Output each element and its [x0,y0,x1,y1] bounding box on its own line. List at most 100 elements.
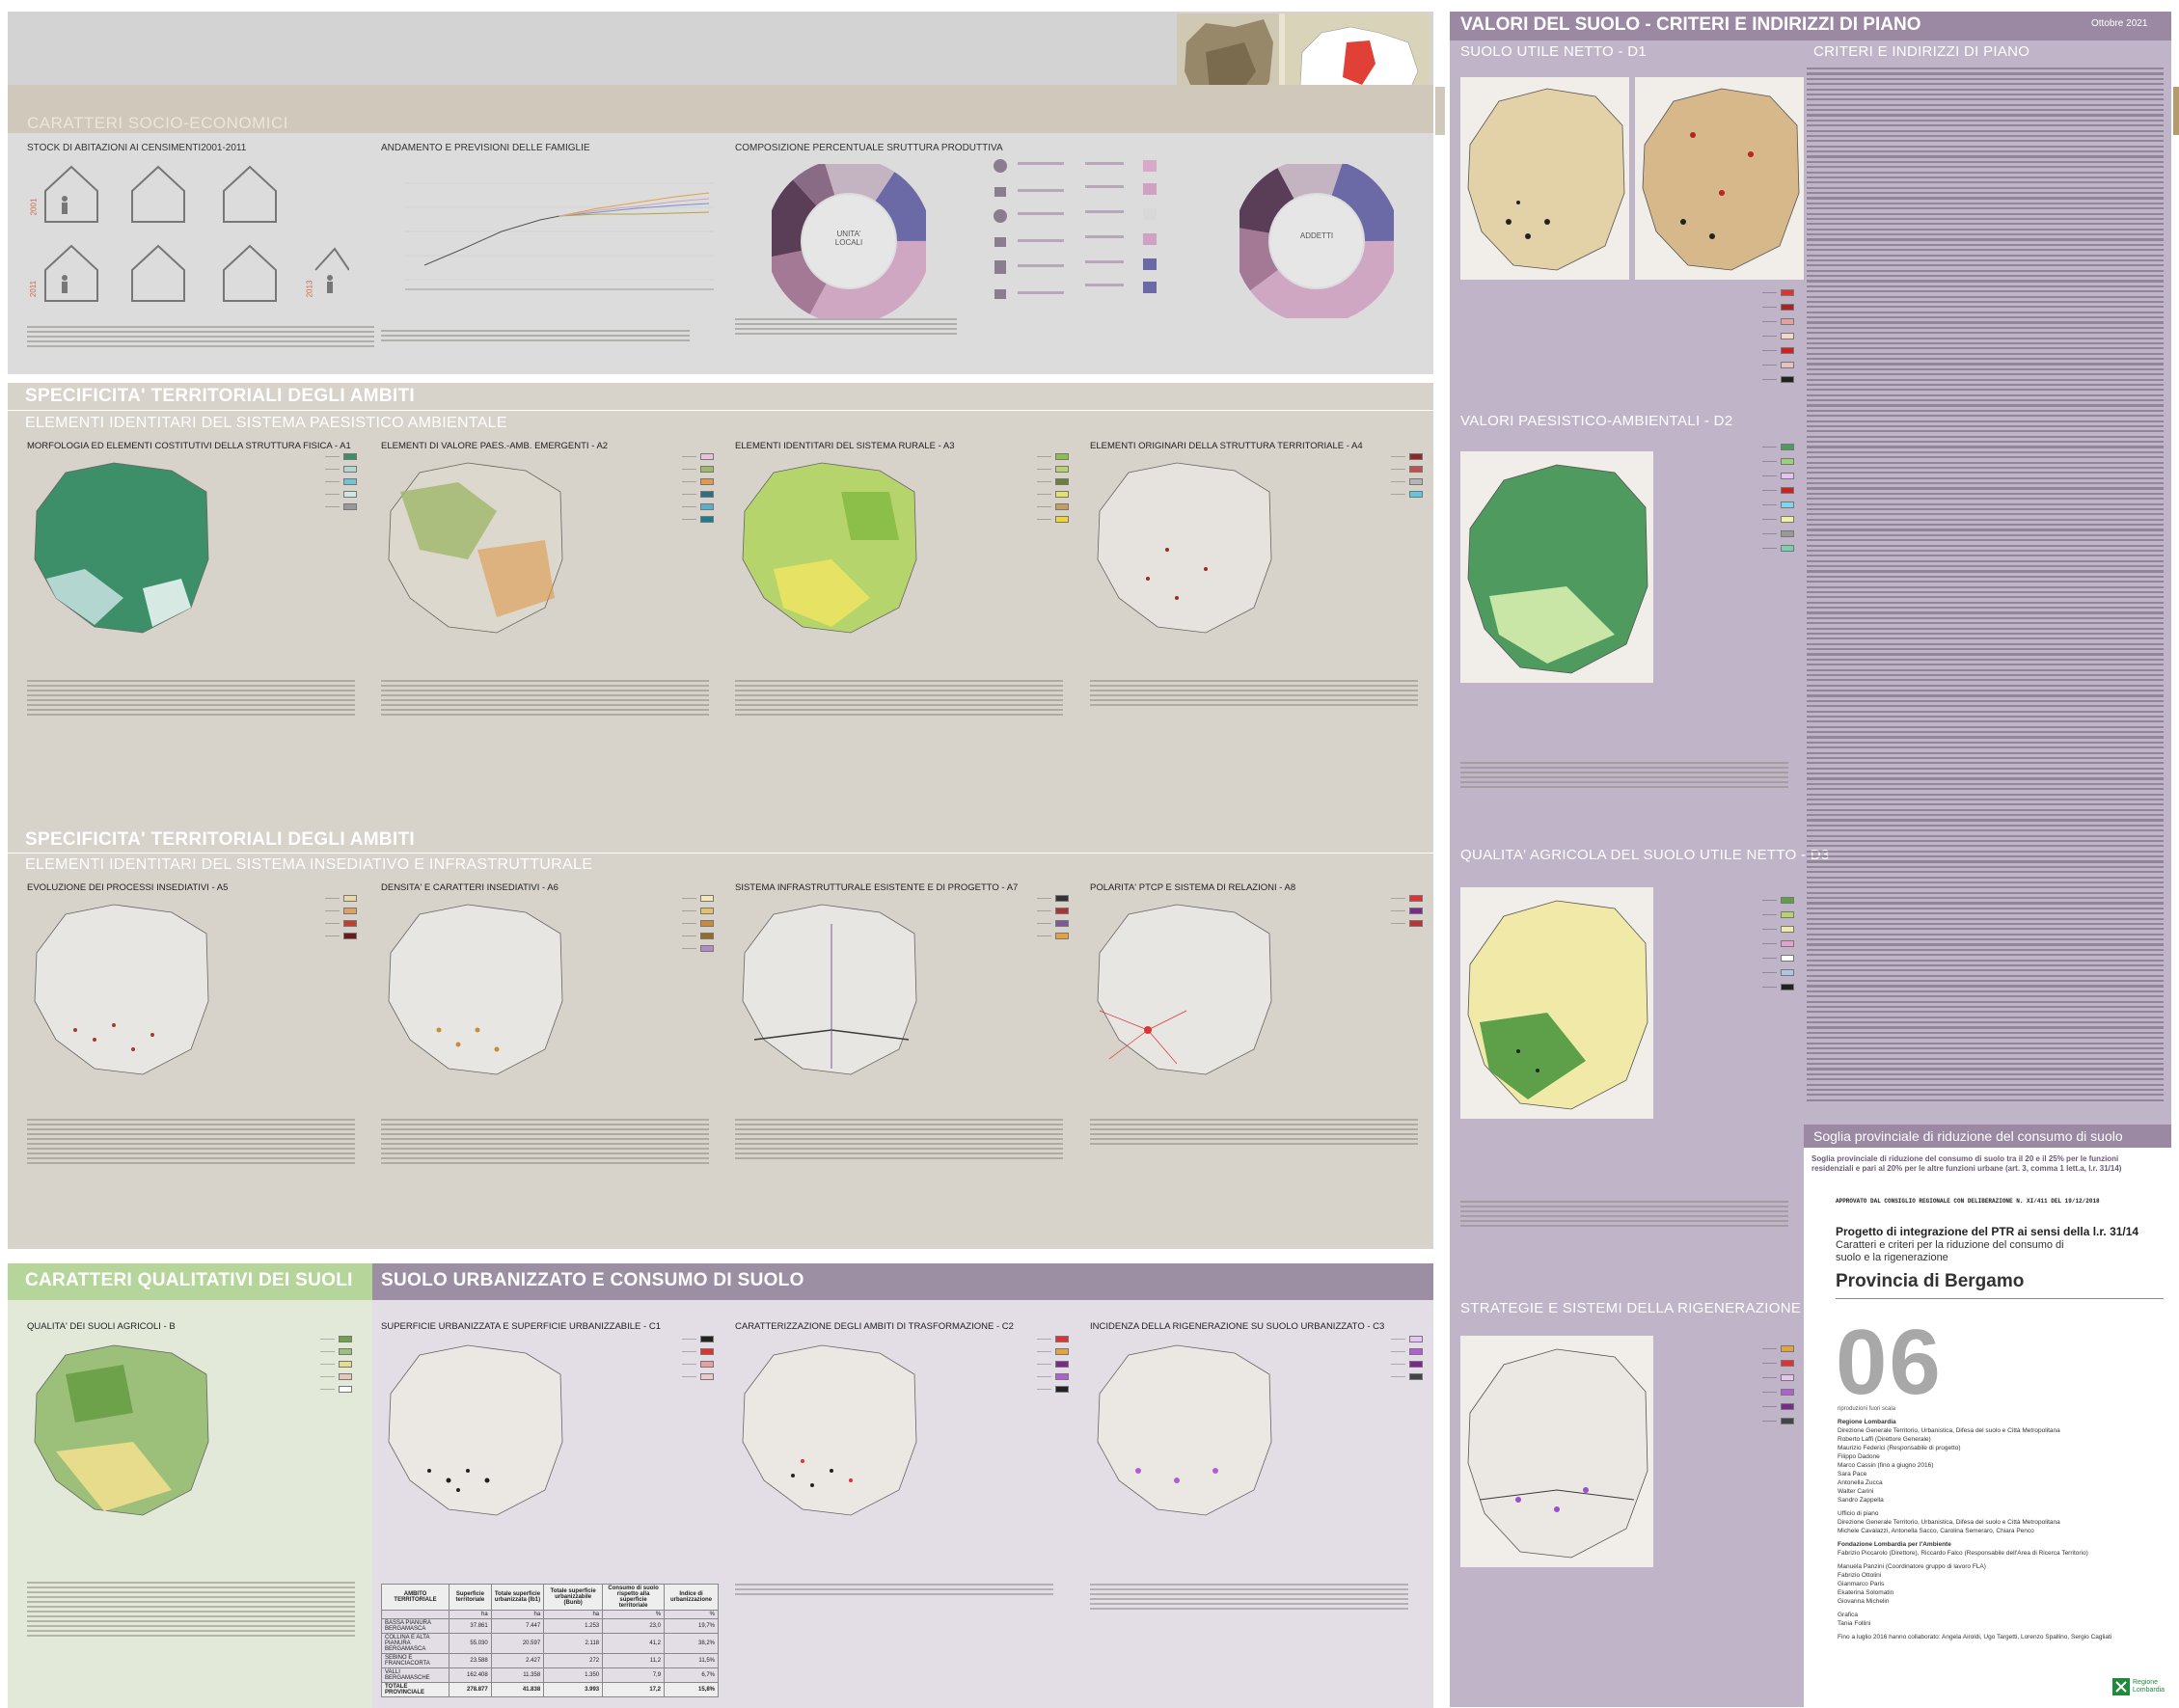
consumo-suolo-table: AMBITO TERRITORIALE Superficie territori… [380,1584,719,1697]
credit-line: Roberto Laffi (Direttore Generale) [1838,1436,1931,1443]
famiglie-notes [381,330,690,344]
table-header: Totale superficie urbanizzata (Ib1) [490,1584,545,1611]
credit-line: Fabrizio Ottolini [1838,1572,1882,1579]
table-header: Totale superficie urbanizzabile (Bunb) [543,1584,604,1611]
legend-d1: ——— ——— ——— ——— ——— ——— ——— [1678,289,1794,391]
table-unit: ha [490,1610,545,1619]
notes-b [27,1582,355,1640]
divider [8,853,1433,854]
notes-a6 [381,1119,709,1167]
year-2011: 2011 [29,280,39,298]
table-cell: BASSA PIANURA BERGAMASCA [380,1618,450,1634]
legend-a8: ——— ——— ——— [1288,895,1423,933]
table-unit: ha [543,1610,604,1619]
divider [1836,1298,2164,1299]
notes-a8 [1090,1119,1418,1148]
ambiti-title-2: SPECIFICITA' TERRITORIALI DEGLI AMBITI [25,829,416,850]
legend-a7: ——— ——— ——— ——— [934,895,1069,945]
notes-c2 [735,1584,1053,1598]
provincia-title: Provincia di Bergamo [1836,1271,2025,1291]
donut-addetti [1239,164,1394,318]
notes-c3 [1090,1584,1408,1613]
notes-a2 [381,680,709,718]
d2-title: VALORI PAESISTICO-AMBIENTALI - D2 [1460,413,1733,429]
credit-line: Michele Cavalazzi, Antonella Sacco, Caro… [1838,1528,2034,1534]
map-a7 [742,904,917,1075]
map-d2 [1460,451,1653,683]
edge-tab [2173,87,2179,135]
notes-d3 [1460,1201,1788,1230]
table-cell: TOTALE PROVINCIALE [380,1682,450,1697]
map-title-a3: ELEMENTI IDENTITARI DEL SISTEMA RURALE -… [735,441,955,451]
table-cell: 15,8% [664,1682,719,1697]
right-title: VALORI DEL SUOLO - CRITERI E INDIRIZZI D… [1460,14,1921,35]
d3-title: QUALITA' AGRICOLA DEL SUOLO UTILE NETTO … [1460,847,1830,863]
credit-line: Antonella Zucca [1838,1479,1883,1486]
legend-a3: ——— ——— ——— ——— ——— ——— [934,453,1069,529]
credits: Regione Lombardia Direzione Generale Ter… [1838,1418,2156,1641]
map-title-a5: EVOLUZIONE DEI PROCESSI INSEDIATIVI - A5 [27,882,229,893]
credit-line: Ekaterina Solomatin [1838,1589,1894,1596]
credit-line: Manuela Panzini (Coordinatore gruppo di … [1838,1563,1986,1570]
table-cell: 41,2 [602,1633,666,1654]
right-date: Ottobre 2021 [2091,18,2148,29]
table-cell: SEBINO E FRANCIACORTA [380,1653,450,1668]
map-d4 [1460,1336,1653,1567]
map-a5 [34,904,209,1075]
table-unit: % [602,1610,666,1619]
map-a1 [34,462,209,634]
legend-d4: ——— ——— ——— ——— ——— ——— [1678,1345,1794,1432]
map-c3 [1097,1344,1272,1516]
table-cell: 2.118 [543,1633,604,1654]
credit-line: Sara Pace [1838,1471,1867,1478]
credit-line: Tania Follini [1838,1620,1871,1627]
table-cell: 11,5% [664,1653,719,1668]
year-2001: 2001 [29,198,39,216]
map-title-a8: POLARITA' PTCP E SISTEMA DI RELAZIONI - … [1090,882,1296,893]
credit-line: Fondazione Lombardia per l'Ambiente [1838,1541,1951,1548]
table-header: Superficie territoriale [449,1584,492,1611]
table-cell: 1.350 [543,1667,604,1683]
soglia-title: Soglia provinciale di riduzione del cons… [1813,1128,2123,1144]
table-cell: 1.253 [543,1618,604,1634]
table-cell: 11.358 [490,1667,545,1683]
table-row: BASSA PIANURA BERGAMASCA 37.861 7.447 1.253… [380,1618,719,1634]
notes-a5 [27,1119,355,1167]
credit-line: Direzione Generale Territorio, Urbanisti… [1838,1519,2060,1526]
table-cell: 11,2 [602,1653,666,1668]
map-c2 [742,1344,917,1516]
map-d3 [1460,887,1653,1119]
socio-title: CARATTERI SOCIO-ECONOMICI [27,114,288,132]
map-title-a2: ELEMENTI DI VALORE PAES.-AMB. EMERGENTI … [381,441,609,451]
map-title-b: QUALITA' DEI SUOLI AGRICOLI - B [27,1321,176,1332]
table-cell: COLLINA E ALTA PIANURA BERGAMASCA [380,1633,450,1654]
urb-title: SUOLO URBANIZZATO E CONSUMO DI SUOLO [381,1270,804,1290]
table-cell: 20.597 [490,1633,545,1654]
table-cell: VALLI BERGAMASCHE [380,1667,450,1683]
table-cell: 41.838 [490,1682,545,1697]
table-unit: ha [449,1610,492,1619]
table-cell: 3.993 [543,1682,604,1697]
credit-line: Direzione Generale Territorio, Urbanisti… [1838,1427,2060,1434]
regione-logo-text: Regione Lombardia [2133,1679,2165,1694]
table-unit: % [664,1610,719,1619]
composizione-notes [735,318,957,338]
table-header: AMBITO TERRITORIALE [380,1584,450,1611]
edge-tab [1435,87,1445,135]
legend-c2: ——— ——— ——— ——— ——— [934,1336,1069,1398]
map-title-c1: SUPERFICIE URBANIZZATA E SUPERFICIE URBA… [381,1321,661,1332]
map-a3 [742,462,917,634]
criteri-title: CRITERI E INDIRIZZI DI PIANO [1813,43,2030,60]
table-cell: 6,7% [664,1667,719,1683]
table-unit [380,1610,450,1619]
credit-line: Ufficio di piano [1838,1510,1879,1517]
credit-line: Sandro Zappella [1838,1497,1884,1504]
riproduzioni-note: riproduzioni fuori scala [1838,1406,1896,1412]
legend-a1: ——— ——— ——— ——— ——— [222,453,357,516]
stock-notes [27,326,374,350]
table-row: COLLINA E ALTA PIANURA BERGAMASCA 55.030 2… [380,1633,719,1654]
legend-c3: ——— ——— ——— ——— [1288,1336,1423,1386]
map-a2 [388,462,563,634]
table-cell: 38,2% [664,1633,719,1654]
house-icons [44,165,349,302]
